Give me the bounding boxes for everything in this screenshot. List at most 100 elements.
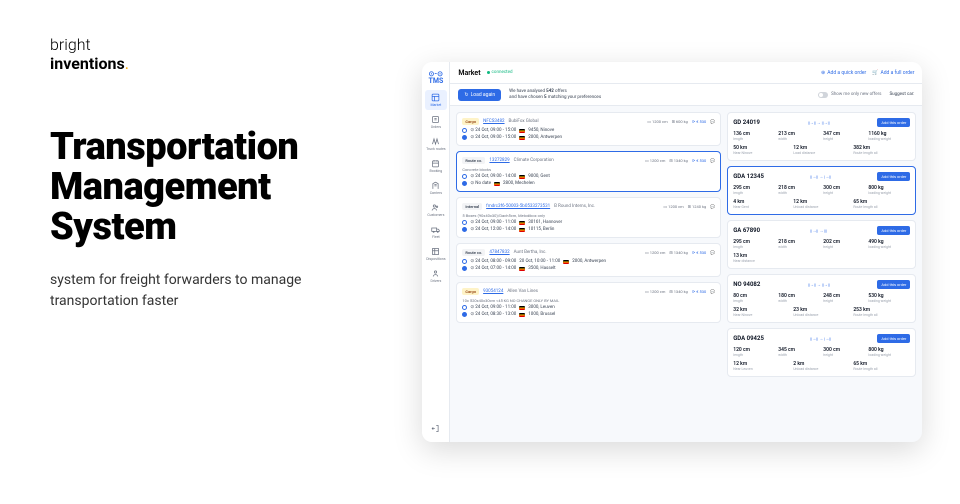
offer-card[interactable]: Route co. 47847832 Aunt Bertha, Inc. ▭ 1… — [456, 243, 721, 277]
sidebar-item-carriers[interactable]: Carriers — [425, 178, 447, 198]
app-topbar: Market connected ⊕ Add a quick order 🛒 A… — [450, 62, 922, 84]
offer-note: Concrete blocks — [462, 167, 715, 172]
add-quick-order-link[interactable]: ⊕ Add a quick order — [821, 70, 866, 76]
vehicle-dimensions: 295 cmlength218 cmwidth202 cmheight490 k… — [733, 239, 910, 249]
fleet-icon — [431, 225, 440, 234]
add-order-button[interactable]: Add this order — [877, 334, 910, 343]
drivers-icon — [431, 269, 440, 278]
suggestion-card: GDA 09425 ||→|| → |→|| Add this order 12… — [727, 328, 916, 377]
carriers-icon — [431, 181, 440, 190]
app-sidebar: ⊙-⊙TMS Market Orders Truck routes Bookin… — [422, 62, 450, 442]
offer-route: ⊙ 24 Oct, 08:00 - 09:0020 Oct, 10:00 - 1… — [462, 259, 715, 271]
offer-type-badge: Route co. — [462, 157, 485, 164]
hero-left-panel: bright inventions. Transportation Manage… — [0, 0, 422, 504]
sidebar-logout[interactable] — [425, 421, 447, 436]
vehicle-title: GDA 09425 — [733, 335, 764, 342]
sidebar-item-market[interactable]: Market — [425, 90, 447, 110]
load-again-button[interactable]: ↻ Load again — [458, 89, 501, 101]
offer-type-badge: Route co. — [462, 249, 485, 256]
hero-title: Transportation Management System — [50, 128, 392, 248]
chat-icon[interactable]: 💬 — [710, 289, 715, 294]
app-main: Market connected ⊕ Add a quick order 🛒 A… — [450, 62, 922, 442]
offer-note: 5 Boxes (90x40x30)/Dach5cm, Melodibox on… — [462, 213, 715, 218]
offer-id-link[interactable]: 93054124 — [483, 289, 503, 294]
vehicle-title: GD 24019 — [733, 119, 760, 126]
offer-id-link[interactable]: 13272829 — [489, 158, 509, 163]
vehicle-route-link[interactable]: ||→|| → ||→|| — [808, 120, 830, 125]
vehicle-title: NO 94082 — [733, 281, 760, 288]
offer-card[interactable]: Cargo NFCS3482 BubiFox Global ▭ 1200 cm⊞… — [456, 112, 721, 146]
offer-company: Aunt Bertha, Inc. — [514, 250, 547, 255]
chat-icon[interactable]: 💬 — [710, 204, 715, 209]
suggest-label: Suggest car: — [889, 92, 914, 98]
suggestions-column: GD 24019 ||→|| → ||→|| Add this order 13… — [727, 112, 916, 436]
offer-route: ⊙ 24 Oct, 09:00 - 11:003000, Leuven ⊙ 24… — [462, 305, 715, 317]
add-order-button[interactable]: Add this order — [877, 226, 910, 235]
offer-route: ⊙ 24 Oct, 09:00 - 11:0030161, Hannover ⊙… — [462, 220, 715, 232]
brand-logo: bright inventions. — [50, 35, 392, 73]
dispositions-icon — [431, 247, 440, 256]
vehicle-distances: 50 kmNear Ninove12 kmLoad distance382 km… — [733, 145, 910, 155]
vehicle-dimensions: 136 cmlength213 cmwidth347 cmheight1160 … — [733, 131, 910, 141]
vehicle-title: GA 67890 — [733, 227, 760, 234]
market-icon — [431, 93, 440, 102]
page-title: Market — [458, 69, 480, 77]
chat-icon[interactable]: 💬 — [710, 158, 715, 163]
hero-right-panel: ⊙-⊙TMS Market Orders Truck routes Bookin… — [422, 0, 960, 504]
connection-status: connected — [487, 70, 513, 75]
offer-company: B Round Interns, Inc. — [554, 204, 595, 209]
sidebar-item-drivers[interactable]: Drivers — [425, 266, 447, 286]
offer-card[interactable]: Internal fmdrc3f6-50003-5b0533273531 B R… — [456, 197, 721, 238]
add-order-button[interactable]: Add this order — [877, 118, 910, 127]
vehicle-distances: 13 kmNear distance — [733, 253, 910, 263]
routes-icon — [431, 137, 440, 146]
new-offers-toggle[interactable]: Show me only new offers — [818, 92, 881, 98]
offer-company: Climate Corporation — [514, 158, 554, 163]
suggestion-card: GA 67890 ||→|| → ||| Add this order 295 … — [727, 220, 916, 269]
offer-route: ⊙ 24 Oct, 09:00 - 14:009000, Gent ⊙ No d… — [462, 174, 715, 186]
vehicle-dimensions: 295 cmlength218 cmwidth300 cmheight800 k… — [733, 185, 910, 195]
offer-meta: ▭ 1200 cm⊞ 1340 kg ⟳ € 530 💬 — [645, 289, 715, 294]
customers-icon — [431, 203, 440, 212]
filter-message: We have analysed 542 offers and have cho… — [509, 89, 601, 101]
offer-type-badge: Internal — [462, 203, 482, 210]
vehicle-title: GDA 12345 — [733, 173, 764, 180]
suggestion-card: GDA 12345 ||→|| → |→|| Add this order 29… — [727, 166, 916, 215]
vehicle-distances: 12 kmNear Leuven2 kmUnload distance65 km… — [733, 361, 910, 371]
suggestion-card: GD 24019 ||→|| → ||→|| Add this order 13… — [727, 112, 916, 161]
vehicle-route-link[interactable]: ||→|| → |→|| — [810, 174, 831, 179]
chat-icon[interactable]: 💬 — [710, 119, 715, 124]
offers-column: Cargo NFCS3482 BubiFox Global ▭ 1200 cm⊞… — [456, 112, 721, 436]
sidebar-item-customers[interactable]: Customers — [425, 200, 447, 220]
vehicle-dimensions: 120 cmlength345 cmwidth300 cmheight800 k… — [733, 347, 910, 357]
booking-icon — [431, 159, 440, 168]
vehicle-route-link[interactable]: ||→|| → ||| — [810, 228, 827, 233]
offer-note: 10x 520x40x30cm <45 KG NO CHANGE ONLY BY… — [462, 298, 715, 303]
sidebar-item-routes[interactable]: Truck routes — [425, 134, 447, 154]
offer-route: ⊙ 24 Oct, 09:00 - 15:009450, Ninove ⊙ 24… — [462, 128, 715, 140]
offer-id-link[interactable]: NFCS3482 — [483, 119, 504, 124]
offer-id-link[interactable]: 47847832 — [489, 250, 509, 255]
offer-card[interactable]: Route co. 13272829 Climate Corporation ▭… — [456, 151, 721, 192]
vehicle-route-link[interactable]: ||→|| → |→|| — [810, 336, 831, 341]
tms-app-window: ⊙-⊙TMS Market Orders Truck routes Bookin… — [422, 62, 922, 442]
orders-icon — [431, 115, 440, 124]
chat-icon[interactable]: 💬 — [710, 250, 715, 255]
sidebar-item-dispositions[interactable]: Dispositions — [425, 244, 447, 264]
add-order-button[interactable]: Add this order — [877, 280, 910, 289]
add-full-order-link[interactable]: 🛒 Add a full order — [872, 70, 914, 76]
offer-company: Allen Van Lines — [507, 289, 538, 294]
offer-id-link[interactable]: fmdrc3f6-50003-5b0533273531 — [486, 204, 550, 209]
sidebar-item-orders[interactable]: Orders — [425, 112, 447, 132]
offer-meta: ▭ 1200 cm⊞ 600 kg ⟳ € 530 💬 — [647, 119, 715, 124]
toggle-switch[interactable] — [818, 92, 828, 98]
offer-type-badge: Cargo — [462, 118, 479, 125]
sidebar-item-fleet[interactable]: Fleet — [425, 222, 447, 242]
offer-card[interactable]: Cargo 93054124 Allen Van Lines ▭ 1200 cm… — [456, 282, 721, 323]
add-order-button[interactable]: Add this order — [877, 172, 910, 181]
hero-subtitle: system for freight forwarders to manage … — [50, 270, 310, 312]
sidebar-item-booking[interactable]: Booking — [425, 156, 447, 176]
vehicle-route-link[interactable]: ||→|| → ||→|| — [808, 282, 830, 287]
offer-meta: ▭ 1200 cm⊞ 1340 kg ⟳ € 530 💬 — [645, 250, 715, 255]
logout-icon — [431, 424, 440, 433]
